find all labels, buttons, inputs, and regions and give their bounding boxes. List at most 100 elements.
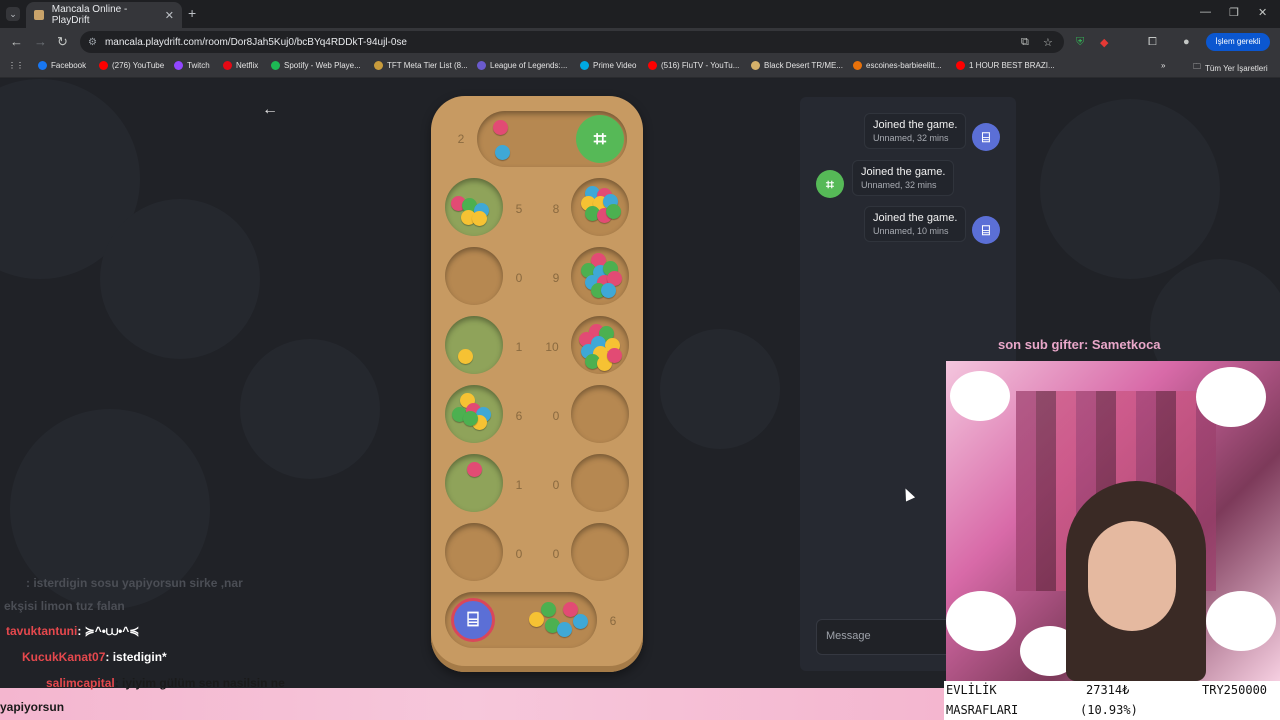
user-avatar-icon: ⌸: [972, 216, 1000, 244]
stream-chat-line: salimcapital: iyiyim gülüm sen nasilsin …: [46, 676, 285, 690]
bookmark-brazil[interactable]: 1 HOUR BEST BRAZI...: [956, 61, 1055, 70]
bg-decoration: [660, 329, 780, 449]
bookmark-star-icon[interactable]: ☆: [1043, 36, 1053, 49]
shield-extension-icon[interactable]: ⛨: [1076, 36, 1084, 49]
stream-bottom-banner: [0, 688, 944, 720]
stream-chat-line: ekşisi limon tuz falan: [4, 599, 125, 613]
forward-icon[interactable]: →: [34, 34, 47, 49]
profile-avatar[interactable]: ●: [1183, 36, 1190, 48]
bookmark-label: escoines-barbieelitt...: [866, 61, 942, 70]
pit-count: 10: [545, 340, 559, 354]
chat-message-text: Joined the game.: [873, 212, 958, 224]
bookmark-lol[interactable]: League of Legends:...: [477, 61, 567, 70]
pit-right-3[interactable]: [571, 316, 629, 374]
tab-search-icon[interactable]: ⌄: [6, 7, 20, 21]
all-bookmarks-label: Tüm Yer İşaretleri: [1205, 63, 1268, 73]
tab-mancala[interactable]: Mancala Online - PlayDrift ✕: [26, 2, 182, 28]
pit-count: 5: [515, 202, 523, 216]
stream-chat-line: tavuktantuni: ≽^•⩊•^≼: [6, 624, 139, 639]
bookmark-label: 1 HOUR BEST BRAZI...: [969, 61, 1055, 70]
stream-chat-line: yapiyorsun: [0, 700, 64, 714]
pit-left-3[interactable]: [445, 316, 503, 374]
bg-decoration: [240, 339, 380, 479]
bookmark-tft[interactable]: TFT Meta Tier List (8...: [374, 61, 468, 70]
hello-kitty-icon: [950, 371, 1010, 421]
close-tab-icon[interactable]: ✕: [165, 9, 174, 22]
pit-right-5[interactable]: [571, 454, 629, 512]
bg-decoration: [100, 199, 260, 359]
bookmark-escoines[interactable]: escoines-barbieelitt...: [853, 61, 942, 70]
folder-icon: 🗀: [1193, 62, 1201, 71]
stream-chat-user: tavuktantuni: [6, 624, 78, 638]
bookmark-facebook[interactable]: Facebook: [38, 61, 86, 70]
bookmark-youtube[interactable]: (276) YouTube: [99, 61, 164, 70]
counter-value: 27314₺: [1086, 683, 1130, 697]
browser-toolbar: ← → ↻ ⚙ mancala.playdrift.com/room/Dor8J…: [0, 28, 1280, 56]
spotify-icon: [271, 61, 280, 70]
pit-count: 0: [515, 547, 523, 561]
extensions-puzzle-icon[interactable]: ⧠: [1148, 36, 1157, 49]
stream-chat-text: ekşisi limon tuz falan: [4, 599, 125, 613]
reload-icon[interactable]: ↻: [57, 34, 68, 50]
bookmark-label: (276) YouTube: [112, 61, 165, 70]
bookmark-label: Netflix: [236, 61, 259, 70]
bookmark-prime[interactable]: Prime Video: [580, 61, 636, 70]
bookmark-label: League of Legends:...: [490, 61, 568, 70]
youtube-icon: [956, 61, 965, 70]
stream-chat-text: yapiyorsun: [0, 700, 65, 714]
pit-right-2[interactable]: [571, 247, 629, 305]
pit-left-5[interactable]: [445, 454, 503, 512]
minimize-icon[interactable]: —: [1200, 6, 1211, 18]
back-icon[interactable]: ←: [10, 34, 23, 49]
bookmark-flutv[interactable]: (516) FluTV - YouTu...: [648, 61, 739, 70]
site-info-icon[interactable]: ⚙: [88, 37, 97, 48]
hello-kitty-icon: [946, 591, 1016, 651]
bookmark-blackdesert[interactable]: Black Desert TR/ME...: [751, 61, 843, 70]
pit-right-1[interactable]: [571, 178, 629, 236]
stone: [493, 120, 508, 135]
all-bookmarks[interactable]: 🗀 Tüm Yer İşaretleri: [1193, 61, 1268, 75]
update-button[interactable]: İşlem gerekli: [1206, 33, 1270, 51]
pit-right-6[interactable]: [571, 523, 629, 581]
hello-kitty-icon: [1196, 367, 1266, 427]
streamer-face: [1088, 521, 1176, 631]
chat-message-text: Joined the game.: [873, 119, 958, 131]
bg-decoration: [1040, 99, 1220, 279]
bookmark-netflix[interactable]: Netflix: [223, 61, 258, 70]
escoines-icon: [853, 61, 862, 70]
back-arrow-icon[interactable]: ←: [262, 101, 278, 119]
counter-label-2: MASRAFLARI: [946, 703, 1019, 717]
donation-counter: EVLİLİK MASRAFLARI 27314₺ (10.93%) TRY25…: [944, 681, 1280, 720]
address-bar[interactable]: ⚙ mancala.playdrift.com/room/Dor8Jah5Kuj…: [80, 31, 1064, 53]
pit-right-4[interactable]: [571, 385, 629, 443]
pit-count: 1: [515, 340, 523, 354]
pit-left-2[interactable]: [445, 247, 503, 305]
hello-kitty-icon: [1206, 591, 1276, 651]
pit-count: 8: [552, 202, 560, 216]
netflix-icon: [223, 61, 232, 70]
bookmark-spotify[interactable]: Spotify - Web Playe...: [271, 61, 361, 70]
bookmark-label: (516) FluTV - YouTu...: [661, 61, 740, 70]
maximize-icon[interactable]: ❐: [1229, 6, 1239, 19]
pit-count: 0: [552, 478, 560, 492]
apps-icon[interactable]: ⋮⋮: [8, 61, 24, 70]
pit-count: 1: [515, 478, 523, 492]
pit-count: 6: [515, 409, 523, 423]
new-tab-icon[interactable]: +: [188, 5, 196, 21]
extension-icon[interactable]: ◆: [1100, 36, 1108, 49]
close-window-icon[interactable]: ✕: [1258, 6, 1267, 19]
facebook-icon: [38, 61, 47, 70]
bookmark-twitch[interactable]: Twitch: [174, 61, 210, 70]
message-input[interactable]: Message: [816, 619, 956, 655]
install-icon[interactable]: ⧉: [1021, 36, 1029, 49]
pit-left-6[interactable]: [445, 523, 503, 581]
counter-label-1: EVLİLİK: [946, 683, 997, 697]
top-store-count: 2: [457, 132, 465, 146]
pit-count: 0: [515, 271, 523, 285]
stream-chat-user: salimcapital: [46, 676, 115, 690]
more-bookmarks-icon[interactable]: »: [1161, 61, 1165, 70]
bookmark-label: Spotify - Web Playe...: [284, 61, 361, 70]
pit-left-4[interactable]: [445, 385, 503, 443]
pit-left-1[interactable]: [445, 178, 503, 236]
stream-chat-text: : ≽^•⩊•^≼: [77, 624, 140, 638]
